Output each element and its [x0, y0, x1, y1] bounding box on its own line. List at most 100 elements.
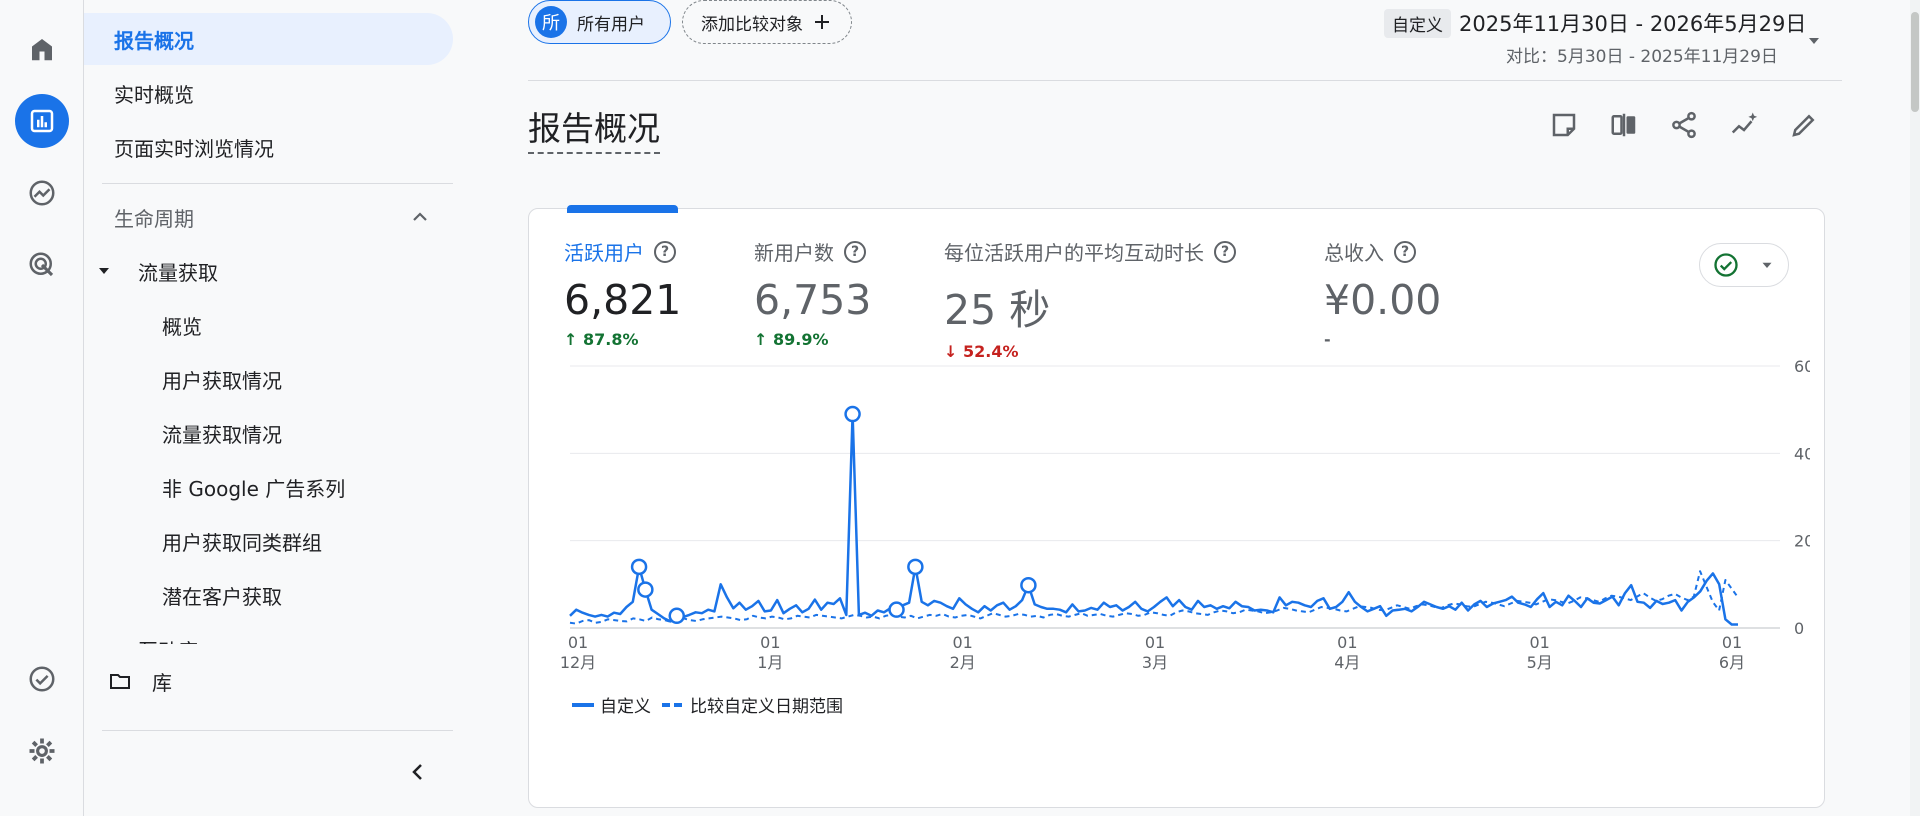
- legend-label: 比较自定义日期范围: [690, 697, 843, 717]
- explore-button[interactable]: [15, 166, 69, 220]
- x-tick-month: 3月: [1142, 653, 1168, 672]
- anomaly-marker[interactable]: [844, 405, 861, 423]
- home-button[interactable]: [15, 22, 69, 76]
- help-icon[interactable]: ?: [1394, 240, 1416, 263]
- nav-sub-item-label: 非 Google 广告系列: [162, 476, 346, 501]
- nav-item-label: 报告概况: [114, 28, 194, 53]
- page-title[interactable]: 报告概况: [528, 102, 660, 154]
- metric-total-revenue[interactable]: 总收入? ¥0.00 -: [1324, 237, 1441, 349]
- anomaly-marker[interactable]: [888, 601, 905, 618]
- y-tick-label: 600: [1794, 360, 1810, 376]
- nav-sub-item[interactable]: 潜在客户获取: [84, 569, 453, 621]
- legend-swatch-solid: [572, 702, 594, 707]
- anomaly-marker[interactable]: [668, 607, 686, 625]
- x-tick-day: 01: [952, 633, 972, 652]
- active-users-chart: 60040020000112月011月012月013月014月015月016月: [560, 360, 1810, 672]
- toolbar-divider: [528, 80, 1842, 81]
- explore-icon: [29, 180, 55, 206]
- dropdown-icon: [1809, 38, 1819, 44]
- date-compare-text: 对比：5月30日 - 2025年11月29日: [1506, 47, 1778, 67]
- x-tick-month: 12月: [560, 653, 596, 672]
- reports-button[interactable]: [15, 94, 69, 148]
- nav-section-lifecycle[interactable]: 生命周期: [84, 191, 453, 243]
- y-tick-label: 0: [1794, 619, 1804, 638]
- compare-series-line[interactable]: [569, 570, 1739, 625]
- data-status-chip[interactable]: [1699, 243, 1789, 287]
- dropdown-icon: [1762, 262, 1772, 268]
- scrollbar-thumb[interactable]: [1911, 12, 1919, 112]
- x-tick-month: 5月: [1527, 653, 1553, 672]
- segment-avatar: 所: [535, 6, 567, 38]
- nav-divider: [102, 730, 453, 731]
- nav-item-overview[interactable]: 报告概况: [84, 13, 453, 65]
- nav-library[interactable]: 库: [84, 655, 453, 707]
- arrow-down-icon: ↓: [944, 342, 963, 361]
- help-icon[interactable]: ?: [844, 240, 866, 263]
- anomaly-marker[interactable]: [630, 558, 648, 576]
- nav-sub-item[interactable]: 用户获取情况: [84, 353, 453, 405]
- share-button[interactable]: [1666, 107, 1702, 143]
- insights-button[interactable]: [1546, 107, 1582, 143]
- metric-label: 活跃用户: [564, 241, 644, 265]
- compare-button[interactable]: [1606, 107, 1642, 143]
- nav-group-acquisition[interactable]: 流量获取: [84, 245, 453, 297]
- legend-compare[interactable]: 比较自定义日期范围: [662, 692, 843, 717]
- home-icon: [32, 39, 52, 61]
- help-icon[interactable]: ?: [1214, 240, 1236, 263]
- metric-change: ↑ 87.8%: [564, 330, 639, 349]
- nav-sub-item[interactable]: 概览: [84, 299, 453, 351]
- date-range-text[interactable]: 2025年11月30日 - 2026年5月29日: [1459, 8, 1806, 38]
- y-tick-label: 200: [1794, 532, 1810, 551]
- insights-icon: [1552, 113, 1576, 137]
- metric-new-users[interactable]: 新用户数? 6,753 ↑ 89.9%: [754, 237, 871, 349]
- nav-library-label: 库: [152, 670, 172, 695]
- nav-section-label: 生命周期: [114, 206, 194, 231]
- x-tick-day: 01: [1337, 633, 1357, 652]
- anomaly-marker[interactable]: [1020, 576, 1037, 594]
- metric-active-users[interactable]: 活跃用户? 6,821 ↑ 87.8%: [564, 237, 681, 349]
- y-tick-label: 400: [1794, 444, 1810, 463]
- nav-sub-item[interactable]: 用户获取同类群组: [84, 515, 453, 567]
- admin-check-button[interactable]: [15, 652, 69, 706]
- primary-series-line[interactable]: [569, 412, 1738, 626]
- x-tick-day: 01: [1722, 633, 1742, 652]
- collapse-nav-button[interactable]: [402, 756, 434, 788]
- settings-button[interactable]: [15, 724, 69, 778]
- nav-item-label: 实时概览: [114, 82, 194, 107]
- reports-icon: [30, 109, 54, 133]
- nav-item-realtime-pages[interactable]: 页面实时浏览情况: [84, 121, 453, 173]
- metric-engagement-time[interactable]: 每位活跃用户的平均互动时长? 25 秒 ↓ 52.4%: [944, 237, 1236, 361]
- nav-sub-item-label: 用户获取同类群组: [162, 530, 322, 555]
- anomaly-marker[interactable]: [907, 558, 924, 576]
- page-scrollbar[interactable]: [1910, 0, 1920, 816]
- x-tick-day: 01: [1145, 633, 1165, 652]
- segment-chip[interactable]: 所 所有用户: [528, 0, 671, 44]
- chevron-up-icon: [413, 212, 427, 221]
- edit-button[interactable]: [1786, 107, 1822, 143]
- help-icon[interactable]: ?: [654, 240, 676, 263]
- nav-sub-item-label: 流量获取情况: [162, 422, 282, 447]
- nav-group-label: 流量获取: [138, 260, 218, 285]
- metric-value: 6,821: [564, 276, 682, 324]
- nav-sub-item-label: 概览: [162, 314, 202, 339]
- nav-sub-item-label: 用户获取情况: [162, 368, 282, 393]
- plus-icon: [815, 15, 829, 29]
- add-comparison-label: 添加比较对象: [701, 14, 803, 35]
- nav-item-label: 页面实时浏览情况: [114, 136, 274, 161]
- add-comparison-chip[interactable]: 添加比较对象: [682, 0, 852, 44]
- metric-value: 6,753: [754, 276, 872, 324]
- date-picker-dropdown[interactable]: [1802, 28, 1826, 52]
- sparkle-button[interactable]: [1726, 107, 1762, 143]
- advertising-button[interactable]: [15, 238, 69, 292]
- metric-value: ¥0.00: [1324, 276, 1442, 324]
- folder-icon: [110, 674, 130, 689]
- nav-item-realtime[interactable]: 实时概览: [84, 67, 453, 119]
- anomaly-marker[interactable]: [637, 581, 654, 598]
- nav-sub-item[interactable]: 流量获取情况: [84, 407, 453, 459]
- legend-primary[interactable]: 自定义: [572, 692, 651, 717]
- arrow-up-icon: ↑: [564, 330, 583, 349]
- nav-sub-item[interactable]: 非 Google 广告系列: [84, 461, 453, 513]
- metric-label: 新用户数: [754, 241, 834, 265]
- share-icon: [1672, 111, 1696, 139]
- nav-partial-item[interactable]: 互动度: [84, 626, 453, 644]
